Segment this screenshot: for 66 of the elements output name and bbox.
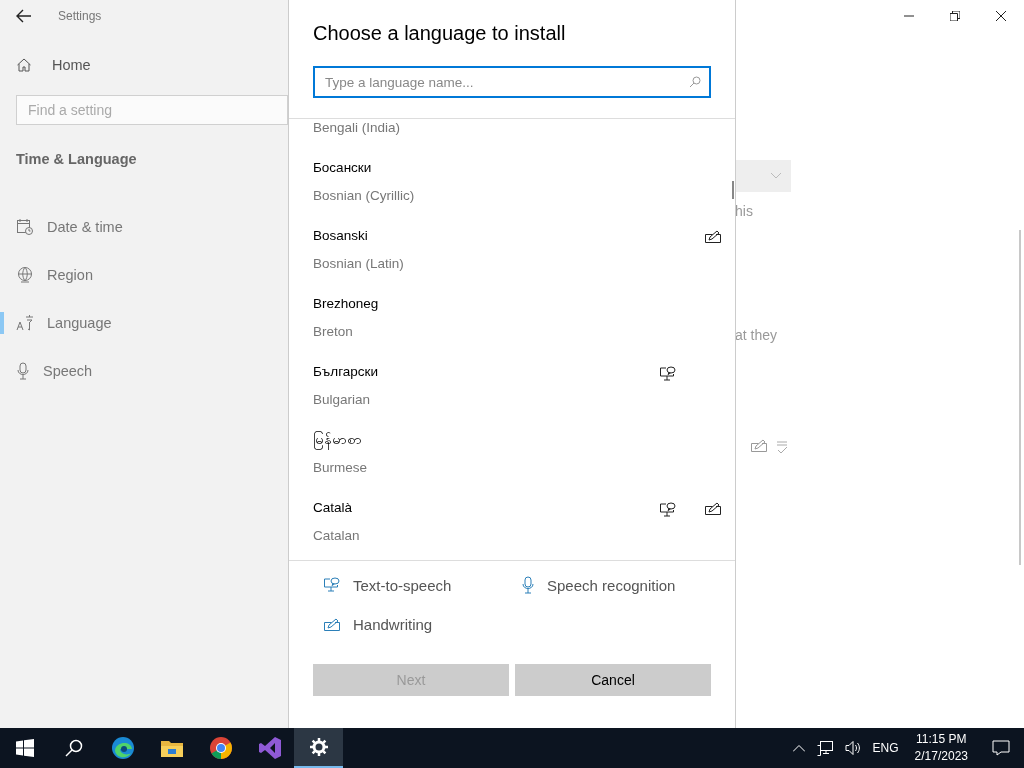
input-language[interactable]: ENG <box>872 741 899 755</box>
english-name: Bosnian (Latin) <box>313 255 405 272</box>
nav-item[interactable]: Region <box>0 251 288 299</box>
native-name: Босански <box>313 159 373 176</box>
microphone-icon <box>16 362 30 380</box>
home-icon <box>16 57 32 73</box>
volume-icon[interactable] <box>844 740 861 756</box>
calendar-icon <box>16 218 34 236</box>
description-text: his <box>735 203 753 219</box>
language-option[interactable]: Bengali (India) <box>289 119 735 159</box>
browser-icon <box>208 736 233 760</box>
restore-icon[interactable] <box>950 11 960 21</box>
section-heading: Time & Language <box>16 151 138 167</box>
native-name: Català <box>313 499 354 516</box>
legend-label: Speech recognition <box>547 576 676 594</box>
language-icon <box>16 314 34 332</box>
network-icon[interactable] <box>816 740 833 756</box>
legend-label: Handwriting <box>353 616 433 633</box>
nav-item[interactable]: Speech <box>0 347 288 395</box>
scrollbar[interactable] <box>1019 230 1021 565</box>
nav-item[interactable]: Language <box>0 299 288 347</box>
english-name: Bengali (India) <box>313 119 402 136</box>
browser-icon <box>110 736 135 760</box>
search-icon <box>689 76 701 88</box>
native-name: မြန်မာစာ <box>313 431 645 448</box>
spellcheck-icon <box>776 439 788 455</box>
language-option[interactable]: Brezhoneg Breton <box>289 295 735 363</box>
microphone-icon <box>521 576 535 594</box>
ribbon-icon <box>257 736 282 760</box>
english-name: Bulgarian <box>313 391 372 408</box>
pen-icon <box>750 439 768 453</box>
cancel-button[interactable]: Cancel <box>515 664 711 696</box>
english-name: Bosnian (Cyrillic) <box>313 187 416 204</box>
folder-icon <box>159 738 184 758</box>
globe-icon <box>16 266 34 284</box>
search-field[interactable]: Type a language name... <box>313 66 711 98</box>
handwriting-icon <box>323 617 341 632</box>
back-arrow-icon[interactable] <box>16 9 32 23</box>
native-name: Brezhoneg <box>313 295 380 312</box>
notification-icon[interactable] <box>992 740 1010 756</box>
chevron-up-icon[interactable] <box>792 744 805 752</box>
close-icon[interactable] <box>996 11 1006 21</box>
language-option[interactable]: Català Catalan <box>289 499 735 560</box>
start-icon[interactable] <box>15 739 34 757</box>
description-text: at they <box>735 327 778 343</box>
taskbar-button[interactable] <box>294 728 343 768</box>
scrollbar-thumb[interactable] <box>732 181 734 199</box>
english-name: Breton <box>313 323 354 340</box>
legend-label: Text-to-speech <box>353 576 452 594</box>
dialog-title: Choose a language to install <box>313 22 567 46</box>
english-name: Burmese <box>313 459 369 476</box>
language-option[interactable]: Bosanski Bosnian (Latin) <box>289 227 735 295</box>
home-link[interactable]: Home <box>16 57 91 73</box>
chevron-down-icon <box>771 173 781 179</box>
app-title: Settings <box>58 9 102 23</box>
gear-icon <box>308 737 329 757</box>
search-icon <box>63 738 84 758</box>
language-option[interactable]: Босански Bosnian (Cyrillic) <box>289 159 735 227</box>
english-name: Catalan <box>313 527 361 544</box>
language-option[interactable]: Български Bulgarian <box>289 363 735 431</box>
native-name: Български <box>313 363 379 380</box>
text-to-speech-icon <box>323 577 341 593</box>
native-name: Bosanski <box>313 227 369 244</box>
language-option[interactable]: မြန်မာစာ Burmese <box>289 431 735 499</box>
nav-item[interactable]: Date & time <box>0 203 288 251</box>
clock[interactable]: 11:15 PM 2/17/2023 <box>914 731 968 765</box>
